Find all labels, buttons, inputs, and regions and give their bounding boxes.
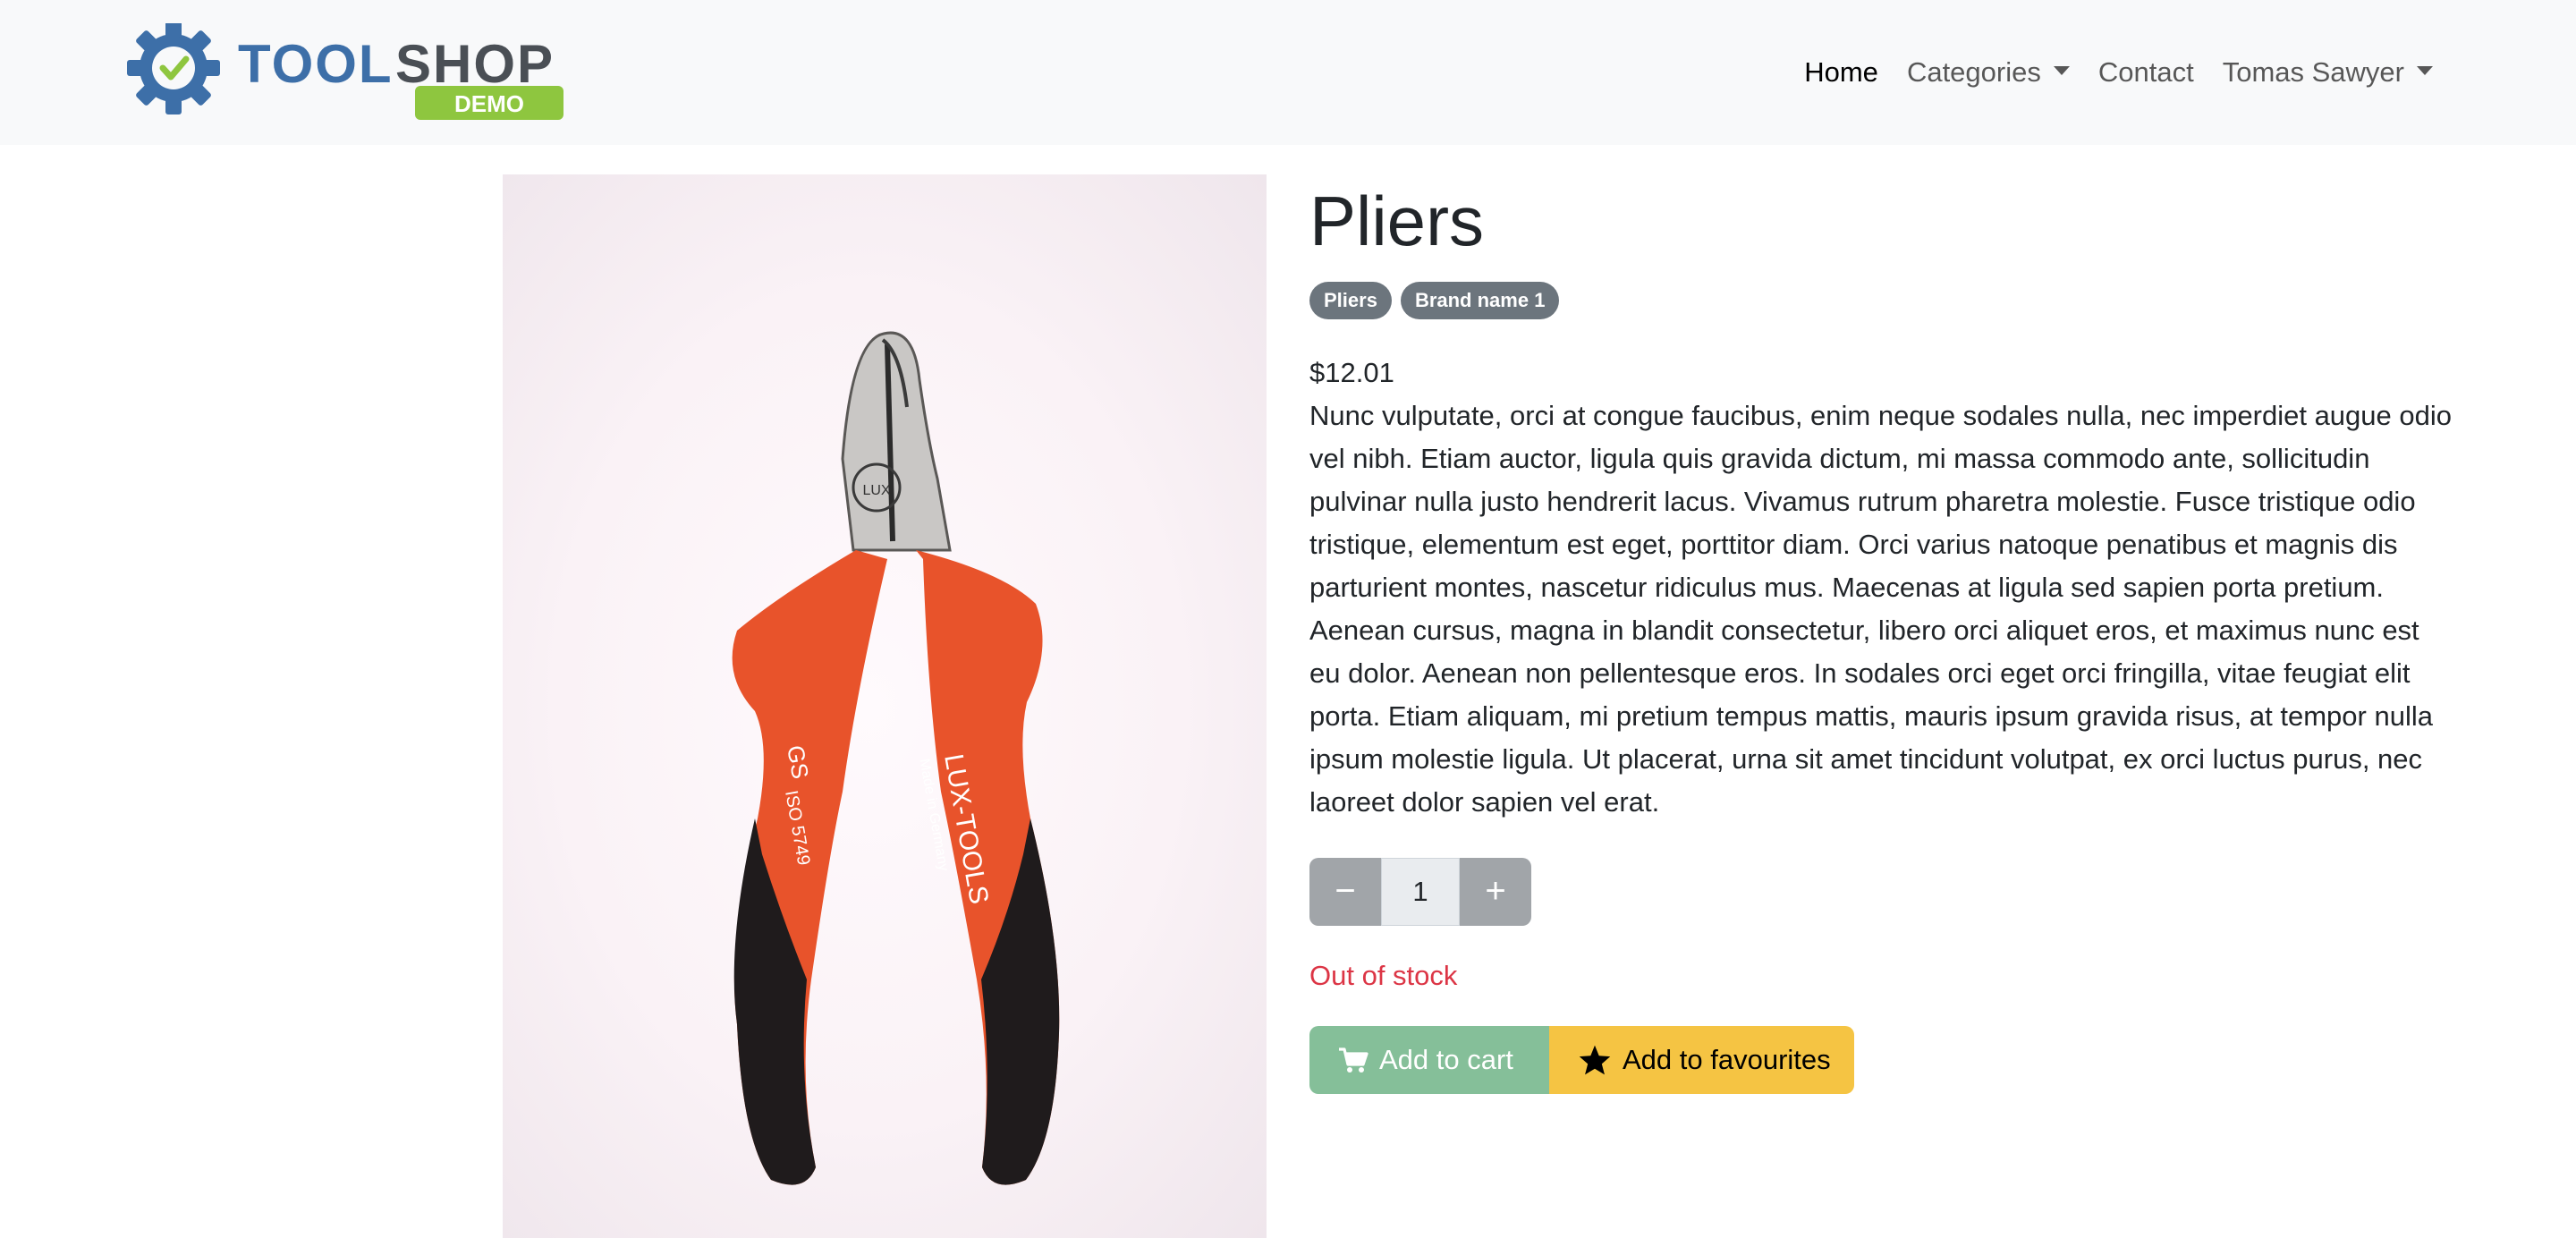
minus-icon: − (1335, 871, 1356, 912)
product-title: Pliers (1309, 182, 1485, 260)
decrease-quantity-button[interactable]: − (1309, 857, 1381, 926)
add-to-favourites-label: Add to favourites (1623, 1043, 1831, 1075)
svg-text:TOOL: TOOL (238, 34, 394, 94)
product-badges: Pliers Brand name 1 (1309, 281, 2454, 319)
caret-down-icon (2053, 66, 2070, 75)
main-nav: Home Categories Contact Tomas Sawyer (1775, 0, 2433, 145)
nav-user-dropdown[interactable]: Tomas Sawyer (2223, 56, 2433, 89)
nav-home-label: Home (1804, 56, 1878, 88)
category-badge: Pliers (1309, 281, 1392, 319)
brand-logo[interactable]: TOOL SHOP DEMO (127, 23, 574, 122)
pliers-photo: LUX LUX-TOOLS Made in Germany GS ISO 574… (732, 331, 1060, 1185)
plus-icon: + (1485, 871, 1506, 912)
add-to-cart-label: Add to cart (1379, 1043, 1513, 1075)
increase-quantity-button[interactable]: + (1460, 857, 1531, 926)
product-price: $12.01 (1309, 356, 1394, 388)
nav-categories-dropdown[interactable]: Categories (1907, 56, 2070, 89)
add-to-favourites-button[interactable]: Add to favourites (1549, 1025, 1854, 1094)
product-actions: Add to cart Add to favourites (1309, 1025, 2454, 1094)
add-to-cart-button[interactable]: Add to cart (1309, 1025, 1549, 1094)
nav-contact-label: Contact (2097, 56, 2194, 88)
shopping-cart-icon (1338, 1047, 1368, 1073)
quantity-input[interactable] (1381, 857, 1460, 926)
svg-text:SHOP: SHOP (395, 34, 555, 94)
stock-status: Out of stock (1309, 959, 1458, 991)
nav-contact[interactable]: Contact (2098, 56, 2194, 89)
product-image: LUX LUX-TOOLS Made in Germany GS ISO 574… (503, 174, 1267, 1238)
svg-text:LUX: LUX (862, 483, 890, 498)
nav-home[interactable]: Home (1804, 56, 1878, 89)
svg-text:GS: GS (782, 743, 814, 781)
product-description: Nunc vulputate, orci at congue faucibus,… (1309, 399, 2452, 818)
navbar: TOOL SHOP DEMO Home Categories Contact T… (0, 0, 2576, 145)
caret-down-icon (2417, 66, 2433, 75)
nav-categories-label: Categories (1906, 56, 2041, 88)
product-details: Pliers Pliers Brand name 1 $12.01 Nunc v… (1309, 174, 2454, 1094)
brand-badge: Brand name 1 (1400, 281, 1560, 319)
quantity-stepper: − + (1309, 857, 2454, 926)
nav-user-label: Tomas Sawyer (2222, 56, 2404, 88)
svg-text:DEMO: DEMO (454, 90, 524, 117)
star-icon (1578, 1044, 1612, 1076)
toolshop-logo-icon: TOOL SHOP DEMO (127, 23, 564, 120)
